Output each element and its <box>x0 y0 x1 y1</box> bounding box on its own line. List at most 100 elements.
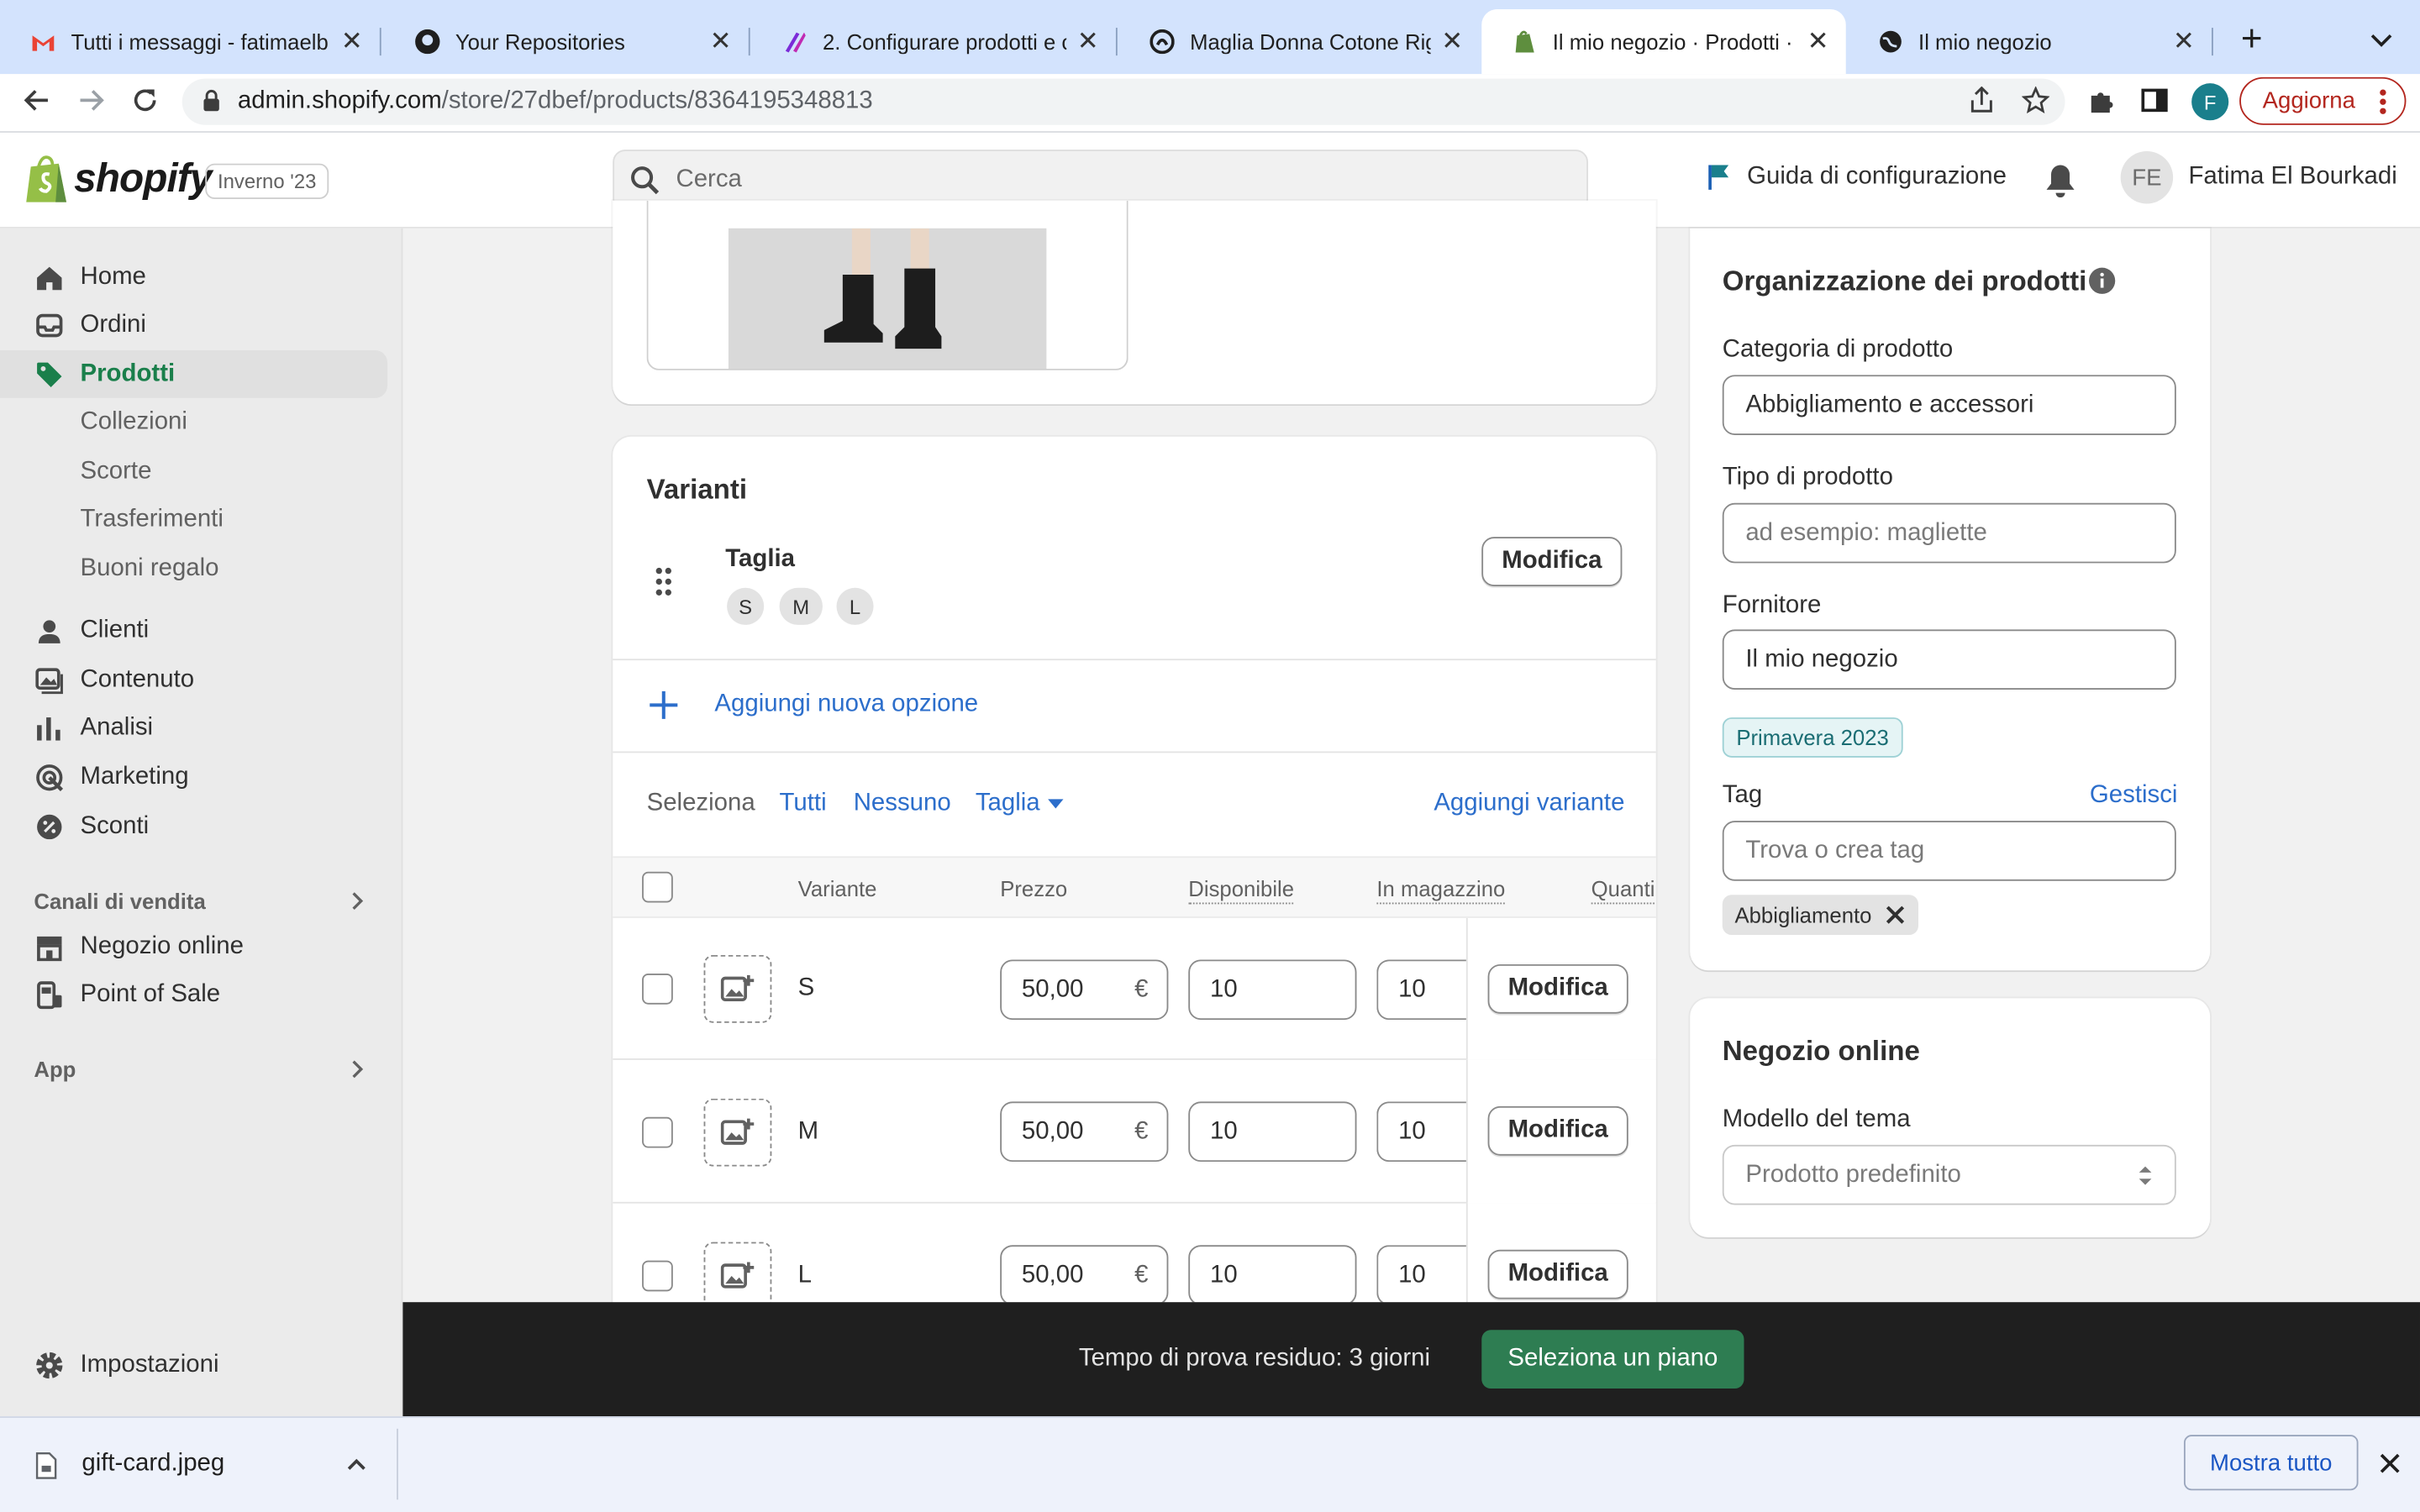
row-checkbox[interactable] <box>642 1260 673 1292</box>
theme-template-select[interactable]: Prodotto predefinito <box>1722 1144 2176 1205</box>
product-image[interactable] <box>728 228 1047 369</box>
price-input[interactable]: 50,00 € <box>1000 959 1169 1021</box>
setup-guide-link[interactable]: Guida di configurazione <box>1707 164 2007 192</box>
table-row[interactable]: S 50,00 € 10 10 Modifica <box>613 917 1656 1060</box>
column-header-quantita[interactable]: Quanti <box>1591 876 1655 905</box>
chevron-up-icon[interactable] <box>345 1455 367 1473</box>
store-icon <box>34 932 65 963</box>
new-tab-icon[interactable]: + <box>2236 21 2267 58</box>
sidebar-item-point-of-sale[interactable]: Point of Sale <box>0 970 387 1018</box>
sidebar-item-negozio-online[interactable]: Negozio online <box>0 922 387 970</box>
browser-tab-shopify-admin[interactable]: Il mio negozio · Prodotti · Al ✕ <box>1481 9 1846 75</box>
tags-input[interactable]: Trova o crea tag <box>1722 821 2176 881</box>
available-input[interactable]: 10 <box>1188 959 1357 1021</box>
address-bar[interactable]: admin.shopify.com/store/27dbef/products/… <box>182 78 2065 125</box>
sidebar-item-contenuto[interactable]: Contenuto <box>0 656 387 704</box>
download-file-name[interactable]: gift-card.jpeg <box>82 1451 224 1478</box>
add-image-icon[interactable] <box>703 954 772 1023</box>
chevron-right-icon[interactable] <box>345 890 367 912</box>
extensions-puzzle-icon[interactable] <box>2085 83 2118 117</box>
lock-icon[interactable] <box>203 89 221 113</box>
available-input[interactable]: 10 <box>1188 1101 1357 1163</box>
sidebar-item-ordini[interactable]: Ordini <box>0 301 387 349</box>
bookmark-star-icon[interactable] <box>2018 83 2052 117</box>
row-checkbox[interactable] <box>642 1116 673 1148</box>
sales-channels-heading[interactable]: Canali di vendita <box>34 889 205 913</box>
back-arrow-icon[interactable] <box>20 83 54 117</box>
close-tab-icon[interactable]: ✕ <box>2171 26 2196 55</box>
select-none-link[interactable]: Nessuno <box>854 790 951 817</box>
select-by-size-dropdown[interactable]: Taglia <box>976 790 1040 817</box>
browser-tab-github[interactable]: Your Repositories ✕ <box>384 14 748 70</box>
vendor-field[interactable]: Il mio negozio <box>1722 629 2176 690</box>
price-input[interactable]: 50,00 € <box>1000 1245 1169 1303</box>
column-header-in-magazzino[interactable]: In magazzino <box>1376 876 1506 905</box>
product-type-field[interactable]: ad esempio: magliette <box>1722 502 2176 564</box>
edit-variant-button[interactable]: Modifica <box>1487 1249 1628 1299</box>
user-menu[interactable]: FE Fatima El Bourkadi <box>2120 150 2397 204</box>
select-plan-button[interactable]: Seleziona un piano <box>1481 1330 1744 1389</box>
tab-search-chevron-icon[interactable] <box>2368 28 2396 52</box>
share-icon[interactable] <box>1965 83 1998 117</box>
tab-divider <box>2212 28 2213 56</box>
table-row[interactable]: L 50,00 € 10 10 Modifica <box>613 1203 1656 1303</box>
show-all-button[interactable]: Mostra tutto <box>2183 1435 2359 1491</box>
caret-down-icon[interactable] <box>1048 798 1064 811</box>
sidebar-item-impostazioni[interactable]: Impostazioni <box>0 1341 387 1389</box>
table-row[interactable]: M 50,00 € 10 10 Modifica <box>613 1059 1656 1204</box>
close-downloads-icon[interactable] <box>2380 1453 2400 1473</box>
manage-tags-link[interactable]: Gestisci <box>2090 782 2178 810</box>
add-option-link[interactable]: Aggiungi nuova opzione <box>714 691 978 719</box>
shopify-logo[interactable]: shopify <box>74 155 212 202</box>
close-tab-icon[interactable]: ✕ <box>1806 26 1830 55</box>
sidebar-item-trasferimenti[interactable]: Trasferimenti <box>0 496 387 543</box>
add-variant-link[interactable]: Aggiungi variante <box>1434 790 1624 817</box>
sidebar-item-marketing[interactable]: Marketing <box>0 753 387 801</box>
sidebar-item-buoni-regalo[interactable]: Buoni regalo <box>0 544 387 592</box>
row-checkbox[interactable] <box>642 973 673 1005</box>
reload-icon[interactable] <box>128 83 161 117</box>
price-input[interactable]: 50,00 € <box>1000 1101 1169 1163</box>
column-header-disponibile[interactable]: Disponibile <box>1188 876 1295 905</box>
close-tab-icon[interactable]: ✕ <box>1440 26 1465 55</box>
sidebar-item-sconti[interactable]: Sconti <box>0 802 387 850</box>
add-image-icon[interactable] <box>703 1098 772 1167</box>
sidebar-item-analisi[interactable]: Analisi <box>0 704 387 752</box>
remove-tag-icon[interactable] <box>1884 904 1906 926</box>
category-field[interactable]: Abbigliamento e accessori <box>1722 375 2176 435</box>
edit-option-button[interactable]: Modifica <box>1481 537 1623 586</box>
edition-badge[interactable]: Inverno '23 <box>205 163 329 199</box>
apps-heading[interactable]: App <box>34 1057 76 1081</box>
select-all-link[interactable]: Tutti <box>780 790 827 817</box>
shopify-bag-icon[interactable] <box>24 155 71 204</box>
chevron-right-icon[interactable] <box>345 1058 367 1080</box>
browser-tab-store[interactable]: Il mio negozio ✕ <box>1848 14 2212 70</box>
add-image-icon[interactable] <box>703 1242 772 1303</box>
side-panel-icon[interactable] <box>2138 83 2171 117</box>
sidebar-item-home[interactable]: Home <box>0 253 387 301</box>
close-tab-icon[interactable]: ✕ <box>708 26 733 55</box>
browser-menu-icon[interactable] <box>2374 87 2392 118</box>
forward-arrow-icon[interactable] <box>74 83 108 117</box>
info-icon[interactable] <box>2088 267 2116 295</box>
variants-title: Varianti <box>646 473 748 505</box>
browser-tab-guide[interactable]: 2. Configurare prodotti e co ✕ <box>751 14 1115 70</box>
browser-tab-gmail[interactable]: Tutti i messaggi - fatimaelb ✕ <box>0 14 380 70</box>
collection-badge[interactable]: Primavera 2023 <box>1722 717 1903 758</box>
close-tab-icon[interactable]: ✕ <box>1076 26 1100 55</box>
sidebar-item-collezioni[interactable]: Collezioni <box>0 398 387 446</box>
drag-handle-icon[interactable] <box>655 566 673 597</box>
profile-avatar[interactable]: F <box>2191 83 2229 121</box>
close-tab-icon[interactable]: ✕ <box>339 26 364 55</box>
plus-icon[interactable] <box>647 688 681 722</box>
bell-icon[interactable] <box>2045 164 2076 198</box>
browser-tab-product-page[interactable]: Maglia Donna Cotone Riger ✕ <box>1119 14 1481 70</box>
select-all-checkbox[interactable] <box>642 871 673 903</box>
edit-variant-button[interactable]: Modifica <box>1487 1105 1628 1156</box>
sidebar-item-prodotti[interactable]: Prodotti <box>0 349 388 398</box>
edit-variant-button[interactable]: Modifica <box>1487 963 1628 1014</box>
available-input[interactable]: 10 <box>1188 1245 1357 1303</box>
sidebar-item-clienti[interactable]: Clienti <box>0 606 387 654</box>
sidebar-item-scorte[interactable]: Scorte <box>0 448 387 496</box>
vendor-label: Fornitore <box>1722 592 1822 619</box>
